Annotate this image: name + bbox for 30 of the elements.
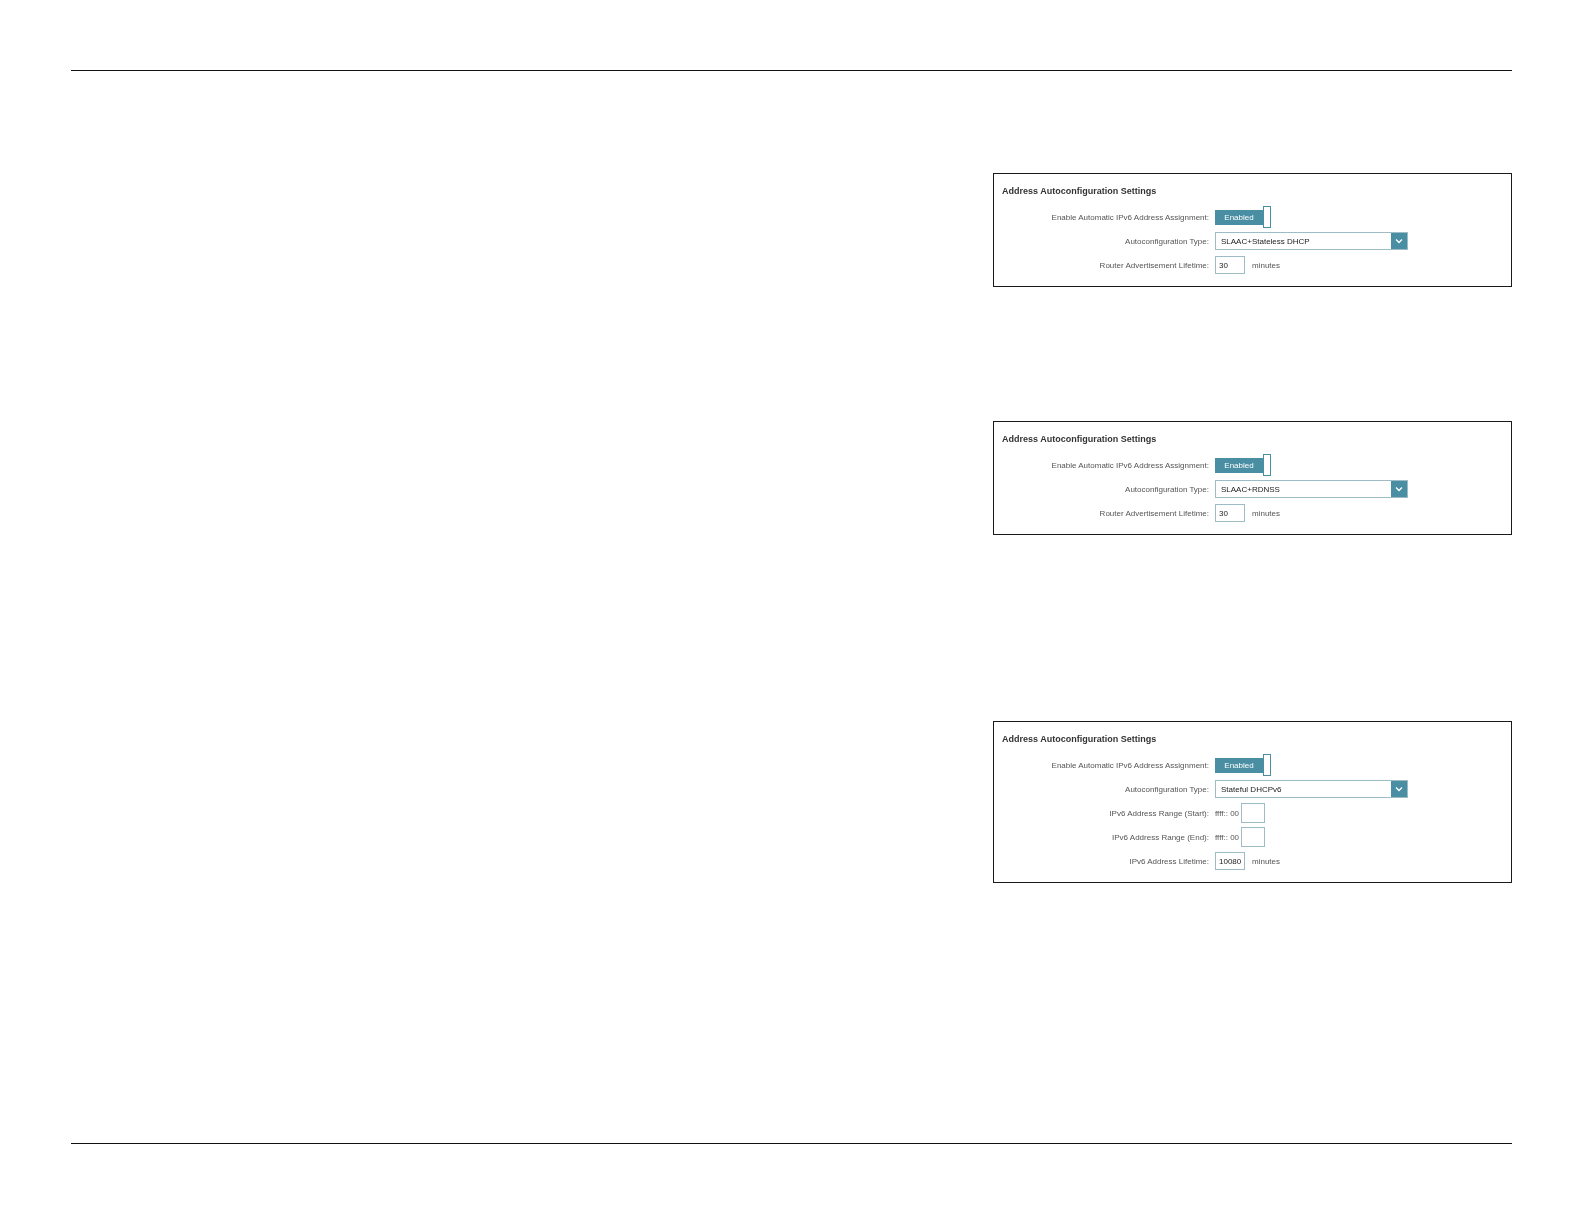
field-label: Router Advertisement Lifetime: [1098, 260, 1209, 270]
lifetime-input[interactable]: 10080 [1215, 852, 1245, 870]
address-prefix: ffff:: 00 [1215, 832, 1240, 842]
panel-title: Address Autoconfiguration Settings [1002, 733, 1158, 746]
field-label: Autoconfiguration Type: [1124, 236, 1209, 246]
dropdown-select[interactable]: SLAAC+RDNSS [1215, 480, 1408, 498]
field-label: Enable Automatic IPv6 Address Assignment: [1050, 760, 1209, 770]
unit-label: minutes [1252, 260, 1280, 270]
field-label: IPv6 Address Range (End): [1111, 832, 1209, 842]
field-label: Enable Automatic IPv6 Address Assignment: [1050, 460, 1209, 470]
lifetime-input[interactable]: 30 [1215, 256, 1245, 274]
field-label: IPv6 Address Range (Start): [1108, 808, 1209, 818]
dropdown-select[interactable]: Stateful DHCPv6 [1215, 780, 1408, 798]
unit-label: minutes [1252, 856, 1280, 866]
address-prefix: ffff:: 00 [1215, 808, 1240, 818]
field-label: Enable Automatic IPv6 Address Assignment: [1050, 212, 1209, 222]
lifetime-input[interactable]: 30 [1215, 504, 1245, 522]
input-field[interactable] [1241, 803, 1266, 823]
field-label: IPv6 Address Lifetime: [1128, 856, 1209, 866]
input-field[interactable] [1241, 827, 1266, 847]
dropdown-select[interactable]: SLAAC+Stateless DHCP [1215, 232, 1408, 250]
field-label: Autoconfiguration Type: [1124, 784, 1209, 794]
chevron-down-icon [1391, 781, 1407, 797]
field-label: Autoconfiguration Type: [1124, 484, 1209, 494]
chevron-down-icon [1391, 481, 1407, 497]
field-label: Router Advertisement Lifetime: [1098, 508, 1209, 518]
panel-title: Address Autoconfiguration Settings [1002, 433, 1158, 446]
chevron-down-icon [1391, 233, 1407, 249]
panel-title: Address Autoconfiguration Settings [1002, 185, 1158, 198]
unit-label: minutes [1252, 508, 1280, 518]
